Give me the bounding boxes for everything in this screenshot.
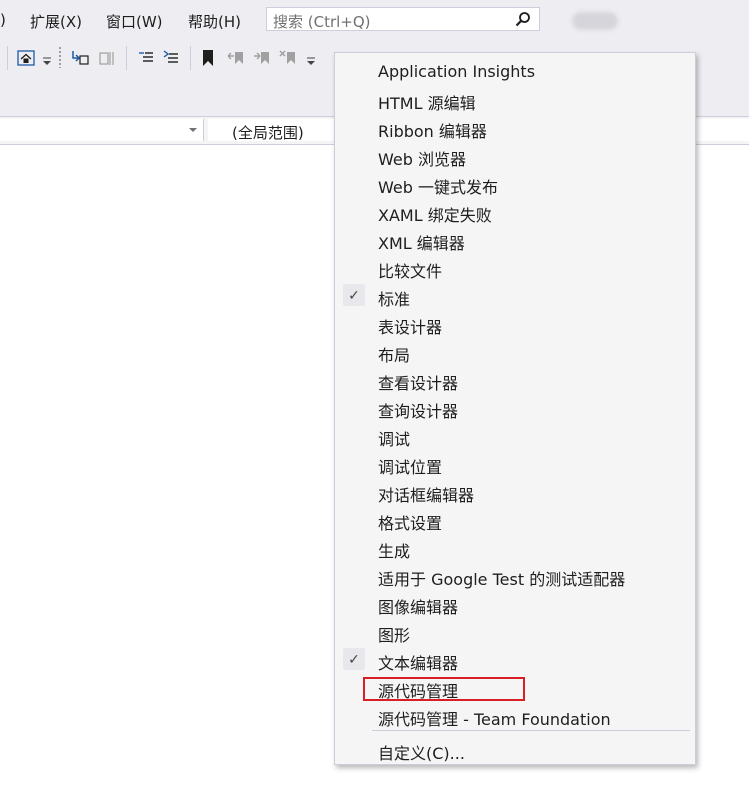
menu-item-extensions[interactable]: 扩展(X)	[30, 11, 82, 32]
indent-icon[interactable]	[70, 48, 90, 68]
menu-item[interactable]: 查看设计器	[335, 365, 695, 393]
menu-item-label: 图形	[378, 626, 411, 645]
menu-item-label: 对话框编辑器	[378, 486, 475, 505]
menu-item[interactable]: 表设计器	[335, 309, 695, 337]
menu-item[interactable]: 布局	[335, 337, 695, 365]
comment-icon[interactable]	[136, 48, 156, 68]
menu-item-label: 布局	[378, 346, 411, 365]
menu-item[interactable]: 格式设置	[335, 505, 695, 533]
menu-item-label: XML 编辑器	[378, 234, 465, 253]
menu-item[interactable]: Web 一键式发布	[335, 169, 695, 197]
menu-item-label: 图像编辑器	[378, 598, 459, 617]
uncomment-icon[interactable]	[161, 48, 181, 68]
home-icon[interactable]	[16, 48, 36, 68]
menu-item[interactable]: 比较文件	[335, 253, 695, 281]
menu-item[interactable]: ✓ 标准	[335, 281, 695, 309]
menu-item-label: Application Insights	[378, 62, 536, 81]
menu-item-label: 生成	[378, 542, 411, 561]
project-combo[interactable]	[0, 119, 204, 141]
toolbar-separator	[190, 46, 191, 70]
search-placeholder: 搜索 (Ctrl+Q)	[273, 13, 371, 31]
menu-item-customize[interactable]: 自定义(C)...	[335, 735, 695, 763]
menu-item-label: 表设计器	[378, 318, 443, 337]
menu-item-label: 比较文件	[378, 262, 443, 281]
toolbar-separator	[7, 46, 8, 70]
menu-item[interactable]: 生成	[335, 533, 695, 561]
menu-item-truncated[interactable]: )	[0, 11, 6, 29]
menu-item-label: 文本编辑器	[378, 654, 459, 673]
highlight-box	[363, 677, 525, 701]
search-box[interactable]: 搜索 (Ctrl+Q)	[266, 7, 540, 31]
menu-item[interactable]: Application Insights	[335, 57, 695, 85]
overflow-icon[interactable]	[305, 54, 325, 74]
menu-item-label: Web 一键式发布	[378, 178, 498, 197]
menu-item-label: 查看设计器	[378, 374, 459, 393]
menu-item-label: 调试位置	[378, 458, 443, 477]
menu-item-label: HTML 源编辑	[378, 94, 476, 113]
menu-bar: ) 扩展(X) 窗口(W) 帮助(H) 搜索 (Ctrl+Q)	[0, 0, 749, 42]
outdent-icon[interactable]	[96, 48, 116, 68]
menu-item-label: XAML 绑定失败	[378, 206, 492, 225]
menu-item-window[interactable]: 窗口(W)	[106, 11, 163, 32]
chevron-down-icon[interactable]	[189, 128, 197, 132]
search-icon[interactable]	[515, 11, 531, 32]
clear-bookmarks-icon[interactable]	[278, 48, 298, 68]
menu-item-label: 适用于 Google Test 的测试适配器	[378, 570, 626, 589]
menu-item[interactable]: Ribbon 编辑器	[335, 113, 695, 141]
menu-item[interactable]: 图形	[335, 617, 695, 645]
toolbar-context-menu: Application Insights HTML 源编辑 Ribbon 编辑器 We…	[334, 52, 696, 765]
menu-item-label: 自定义(C)...	[378, 744, 465, 763]
menu-item[interactable]: 源代码管理 - Team Foundation	[335, 701, 695, 729]
toolbar-grip[interactable]	[58, 46, 62, 68]
menu-item[interactable]: 调试位置	[335, 449, 695, 477]
menu-item[interactable]: 查询设计器	[335, 393, 695, 421]
scope-label: (全局范围)	[232, 124, 304, 142]
menu-item-help[interactable]: 帮助(H)	[188, 11, 241, 32]
menu-item-label: 调试	[378, 430, 411, 449]
menu-item-label: 格式设置	[378, 514, 443, 533]
menu-separator	[372, 730, 690, 731]
prev-bookmark-icon[interactable]	[226, 48, 246, 68]
menu-item[interactable]: ✓ 文本编辑器	[335, 645, 695, 673]
menu-item-label: Web 浏览器	[378, 150, 466, 169]
menu-item[interactable]: 图像编辑器	[335, 589, 695, 617]
check-icon: ✓	[343, 648, 365, 670]
menu-item[interactable]: Web 浏览器	[335, 141, 695, 169]
menu-item-label: 标准	[378, 290, 411, 309]
menu-item[interactable]: 对话框编辑器	[335, 477, 695, 505]
bookmark-icon[interactable]	[198, 48, 218, 68]
menu-item-label: 源代码管理 - Team Foundation	[378, 710, 611, 729]
next-bookmark-icon[interactable]	[252, 48, 272, 68]
menu-item-label: Ribbon 编辑器	[378, 122, 487, 141]
menu-item[interactable]: XML 编辑器	[335, 225, 695, 253]
menu-item-label: 查询设计器	[378, 402, 459, 421]
check-icon: ✓	[343, 284, 365, 306]
toolbar-separator	[126, 46, 127, 70]
menu-item[interactable]: HTML 源编辑	[335, 85, 695, 113]
menu-item[interactable]: XAML 绑定失败	[335, 197, 695, 225]
menu-item[interactable]: 调试	[335, 421, 695, 449]
blurred-account	[572, 12, 618, 30]
menu-item[interactable]: 适用于 Google Test 的测试适配器	[335, 561, 695, 589]
